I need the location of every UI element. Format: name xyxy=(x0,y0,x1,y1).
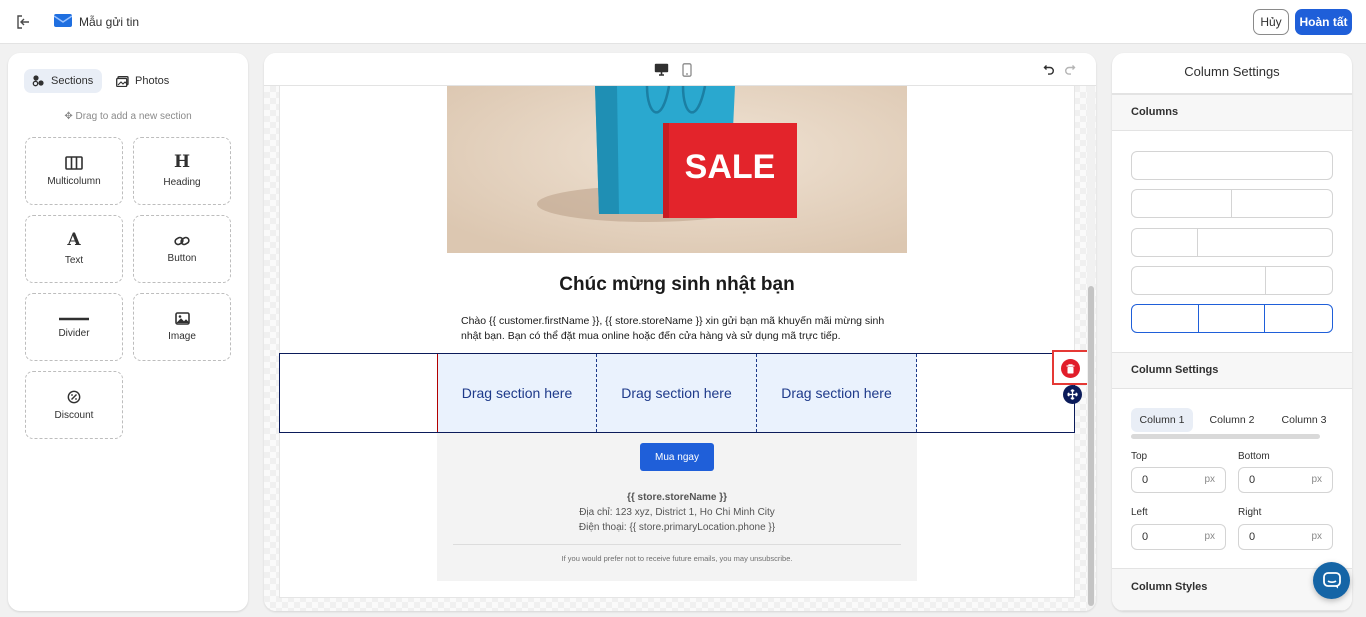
drag-hint: ✥ Drag to add a new section xyxy=(64,111,192,122)
tile-divider[interactable]: Divider xyxy=(25,293,123,361)
column-tabs-scroll-track[interactable] xyxy=(1131,434,1320,439)
multicolumn-icon xyxy=(65,155,83,170)
columns-heading: Columns xyxy=(1112,94,1352,131)
trash-icon xyxy=(1066,363,1075,373)
buy-now-button[interactable]: Mua ngay xyxy=(640,443,714,471)
image-icon xyxy=(174,312,190,325)
tile-discount[interactable]: Discount xyxy=(25,371,123,439)
tile-label: Text xyxy=(64,255,84,266)
email-footer: Mua ngay {{ store.storeName }} Địa chỉ: … xyxy=(437,433,917,581)
top-label: Top xyxy=(1131,451,1148,462)
discount-icon xyxy=(67,390,81,403)
photos-icon xyxy=(116,75,129,87)
selected-multicolumn-row[interactable]: Drag section here Drag section here Drag… xyxy=(279,353,1075,433)
canvas-body: SALE Chúc mừng sinh nhật bạn Chào {{ cus… xyxy=(264,86,1096,611)
tile-label: Discount xyxy=(54,409,94,421)
delete-highlight xyxy=(1052,350,1089,385)
left-label: Left xyxy=(1131,507,1148,518)
move-row-button[interactable] xyxy=(1063,385,1082,404)
delete-row-button[interactable] xyxy=(1061,359,1080,378)
tile-label: Multicolumn xyxy=(47,175,101,187)
padding-bottom-input[interactable]: 0 px xyxy=(1238,467,1333,493)
unsubscribe-text: If you would prefer not to receive futur… xyxy=(561,554,793,563)
drop-zone-column-3[interactable]: Drag section here xyxy=(757,354,917,432)
editor-canvas: SALE Chúc mừng sinh nhật bạn Chào {{ cus… xyxy=(264,53,1096,611)
layout-2-columns-narrow-wide[interactable] xyxy=(1131,228,1333,257)
column-settings-heading: Column Settings xyxy=(1112,352,1352,389)
column-settings-panel: Column Settings Columns Column Settings … xyxy=(1112,53,1352,611)
email-paragraph[interactable]: Chào {{ customer.firstName }}, {{ store.… xyxy=(461,314,901,344)
store-name: {{ store.storeName }} xyxy=(626,492,728,503)
store-phone: Điện thoại: {{ store.primaryLocation.pho… xyxy=(578,522,776,533)
link-icon xyxy=(174,236,190,245)
tab-sections-label: Sections xyxy=(51,75,94,87)
sections-panel: Sections Photos ✥ Drag to add a new sect… xyxy=(8,53,248,611)
padding-left-input[interactable]: 0 px xyxy=(1131,524,1226,550)
tile-heading[interactable]: H Heading xyxy=(133,137,231,205)
desktop-icon[interactable] xyxy=(654,63,669,76)
layout-3-columns[interactable] xyxy=(1131,304,1333,333)
tile-label: Button xyxy=(167,252,197,264)
tile-text[interactable]: A Text xyxy=(25,215,123,283)
layout-2-columns-equal[interactable] xyxy=(1131,189,1333,218)
tab-sections[interactable]: Sections xyxy=(24,69,102,93)
layout-1-column[interactable] xyxy=(1131,151,1333,180)
page-title: Mẫu gửi tin xyxy=(79,15,140,29)
chat-icon[interactable] xyxy=(1313,562,1350,599)
done-button[interactable]: Hoàn tất xyxy=(1295,9,1352,35)
email-icon xyxy=(53,13,73,29)
move-hint-icon: ✥ xyxy=(64,111,76,122)
tile-image[interactable]: Image xyxy=(133,293,231,361)
layout-2-columns-wide-narrow[interactable] xyxy=(1131,266,1333,295)
scroll-thumb[interactable] xyxy=(1088,286,1094,606)
tile-button[interactable]: Button xyxy=(133,215,231,283)
padding-top-input[interactable]: 0 px xyxy=(1131,467,1226,493)
cancel-button[interactable]: Hủy xyxy=(1253,9,1289,35)
panel-title: Column Settings xyxy=(1112,53,1352,94)
hero-image[interactable]: SALE xyxy=(447,86,907,253)
sections-icon xyxy=(32,75,44,87)
padding-right-input[interactable]: 0 px xyxy=(1238,524,1333,550)
tile-label: Divider xyxy=(58,327,90,339)
tile-multicolumn[interactable]: Multicolumn xyxy=(25,137,123,205)
divider-icon xyxy=(59,317,89,320)
mobile-icon[interactable] xyxy=(682,63,692,77)
heading-icon: H xyxy=(173,152,191,172)
top-bar: Mẫu gửi tin Hủy Hoàn tất xyxy=(0,0,1366,44)
hero-sign-text: SALE xyxy=(685,148,776,186)
canvas-toolbar xyxy=(264,53,1096,86)
undo-icon[interactable] xyxy=(1043,63,1055,75)
tile-label: Heading xyxy=(163,177,201,188)
store-address: Địa chỉ: 123 xyz, District 1, Ho Chi Min… xyxy=(579,507,775,518)
tile-label: Image xyxy=(168,331,196,342)
tab-column-2[interactable]: Column 2 xyxy=(1201,408,1263,432)
bottom-label: Bottom xyxy=(1238,451,1270,462)
tab-column-1[interactable]: Column 1 xyxy=(1131,408,1193,432)
tab-photos[interactable]: Photos xyxy=(108,69,178,93)
footer-divider xyxy=(453,544,901,545)
right-label: Right xyxy=(1238,507,1262,518)
text-icon: A xyxy=(67,230,81,250)
exit-icon[interactable] xyxy=(14,13,32,31)
move-icon xyxy=(1067,389,1078,400)
canvas-scrollbar[interactable] xyxy=(1087,86,1095,611)
drop-zone-column-2[interactable]: Drag section here xyxy=(597,354,757,432)
drop-zone-column-1[interactable]: Drag section here xyxy=(437,354,597,432)
tab-photos-label: Photos xyxy=(135,75,170,87)
redo-icon[interactable] xyxy=(1064,63,1076,75)
tab-column-3[interactable]: Column 3 xyxy=(1273,408,1335,432)
email-heading[interactable]: Chúc mừng sinh nhật bạn xyxy=(437,274,917,296)
